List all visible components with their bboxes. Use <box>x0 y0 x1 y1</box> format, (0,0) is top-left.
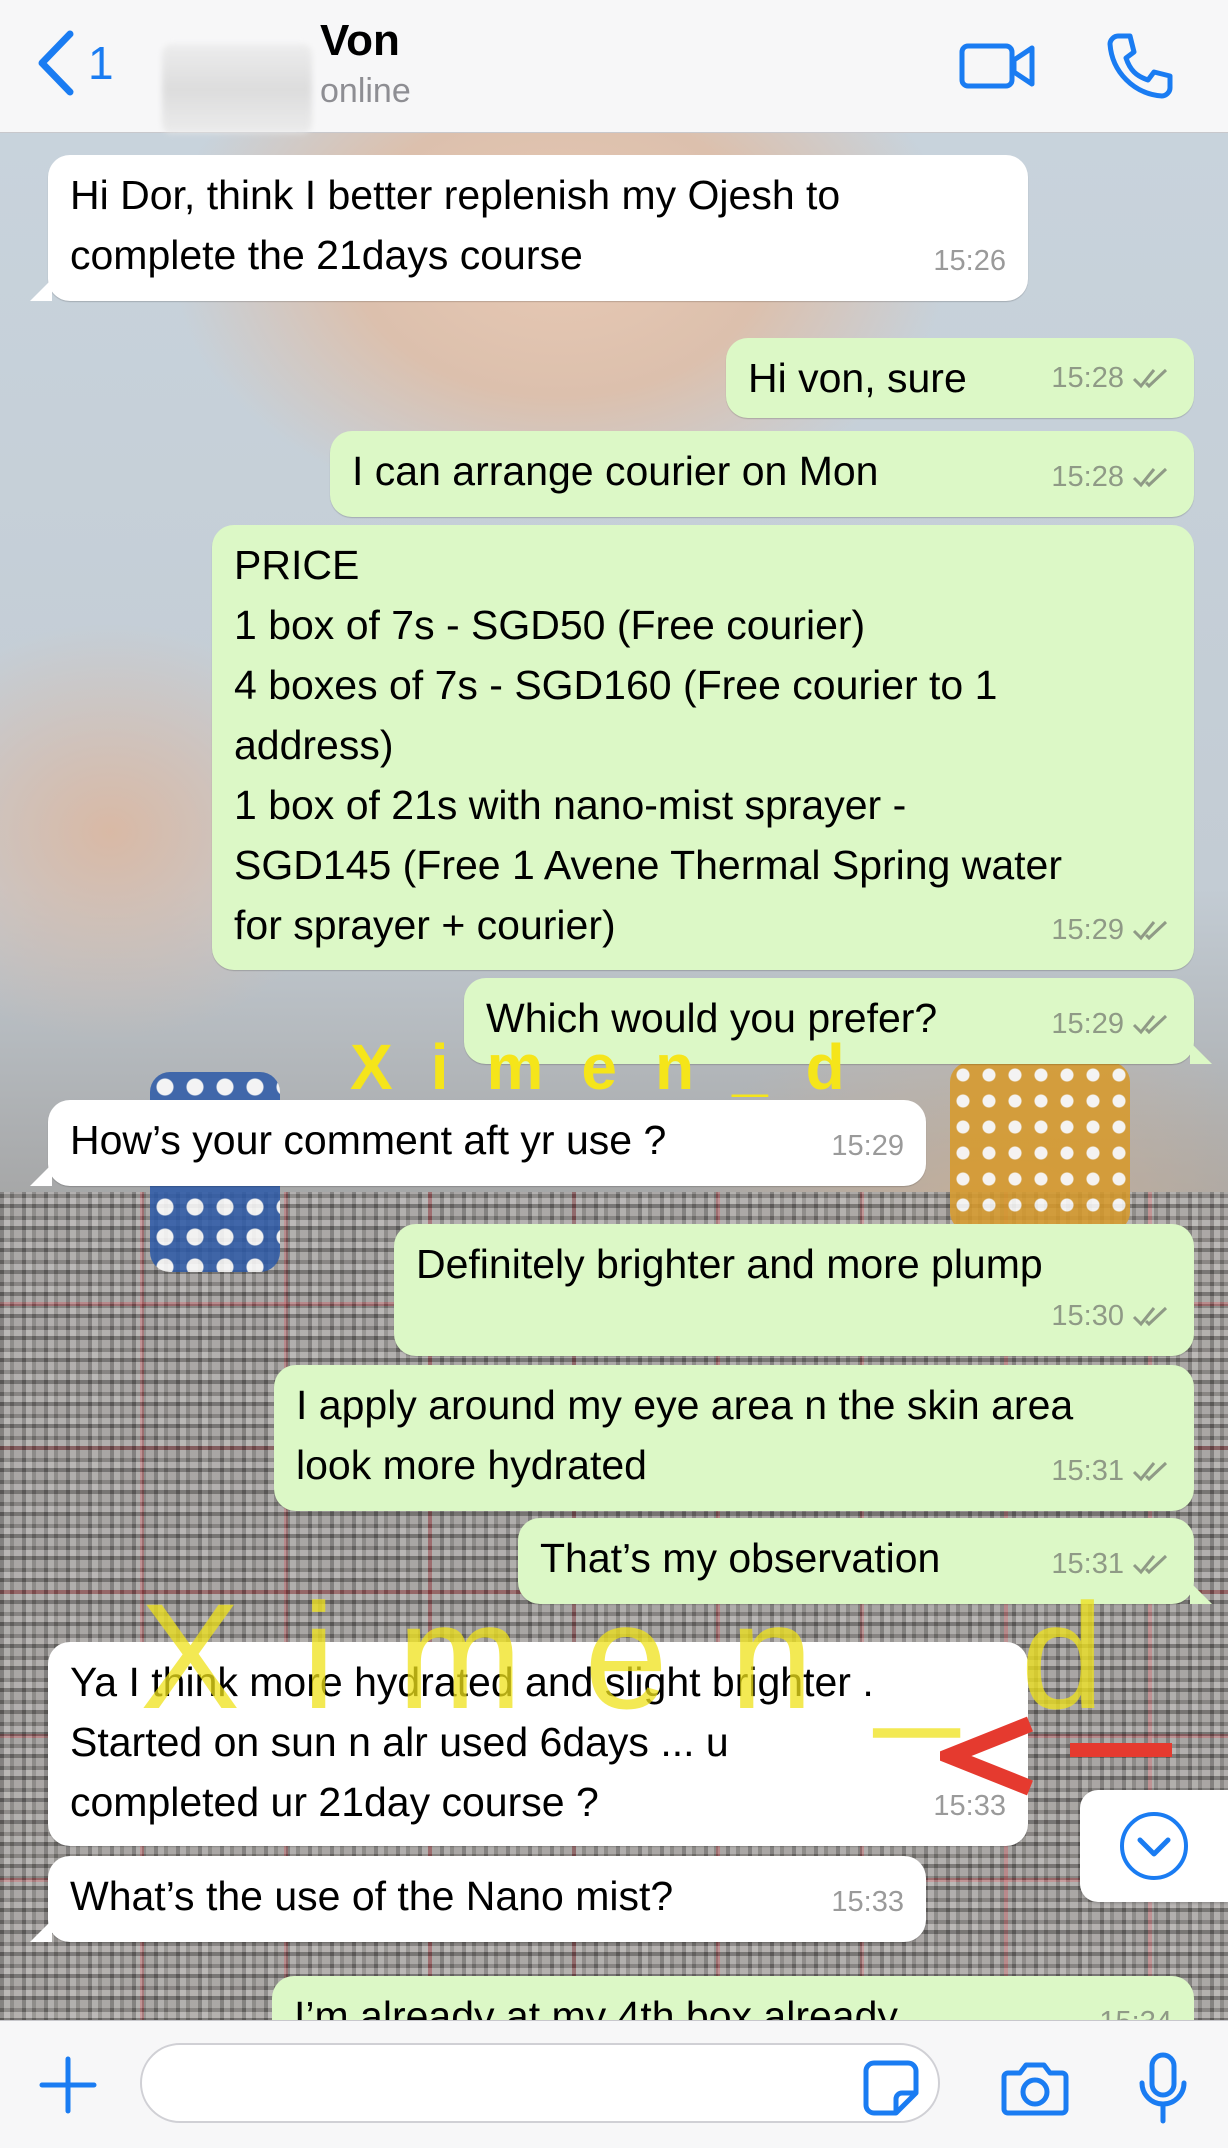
message-outgoing[interactable]: I apply around my eye area n the skin ar… <box>274 1365 1194 1511</box>
message-time: 15:30 <box>1051 1300 1124 1332</box>
chevron-left-icon <box>38 30 74 96</box>
chevron-down-icon <box>1120 1812 1188 1880</box>
message-time: 15:31 <box>1051 1455 1124 1487</box>
video-call-icon <box>959 43 1035 89</box>
message-meta: 15:29 <box>1051 900 1172 960</box>
read-receipt-icon <box>1132 1014 1168 1035</box>
message-meta: 15:29 <box>831 1116 904 1176</box>
message-meta: 15:28 <box>1051 447 1172 507</box>
message-time: 15:29 <box>1051 914 1124 946</box>
message-composer <box>0 2020 1228 2148</box>
message-outgoing[interactable]: Hi von, sure 15:28 <box>726 338 1194 418</box>
message-meta: 15:29 <box>1051 994 1172 1054</box>
chat-header: 1 Von online <box>0 0 1228 134</box>
message-outgoing[interactable]: Definitely brighter and more plump 15:30 <box>394 1224 1194 1356</box>
contact-status: online <box>320 72 411 110</box>
chat-screen: 1 Von online Hi Dor, think I better repl… <box>0 0 1228 2148</box>
message-text: I can arrange courier on Mon <box>352 448 879 494</box>
message-meta: 15:28 <box>1051 348 1172 408</box>
message-meta: 15:33 <box>831 1872 904 1932</box>
camera-button[interactable] <box>1000 2059 1070 2122</box>
red-arrow-mark <box>940 1716 1172 1796</box>
message-outgoing[interactable]: PRICE 1 box of 7s - SGD50 (Free courier)… <box>212 525 1194 970</box>
video-call-button[interactable] <box>958 30 1038 100</box>
message-outgoing[interactable]: I can arrange courier on Mon 15:28 <box>330 431 1194 517</box>
back-button[interactable]: 1 <box>34 28 114 98</box>
microphone-icon <box>1139 2052 1187 2124</box>
watermark: Ximen_d <box>350 1031 883 1103</box>
read-receipt-icon <box>1132 1461 1168 1482</box>
message-time: 15:33 <box>831 1886 904 1918</box>
sticker-icon <box>863 2060 919 2116</box>
message-incoming[interactable]: What’s the use of the Nano mist? 15:33 <box>30 1856 926 1942</box>
message-time: 15:28 <box>1051 461 1124 493</box>
sticker-button[interactable] <box>862 2059 920 2122</box>
message-text: How’s your comment aft yr use ? <box>70 1117 667 1163</box>
read-receipt-icon <box>1132 1306 1168 1327</box>
phone-icon <box>1107 33 1173 99</box>
attach-button[interactable] <box>38 2055 98 2120</box>
read-receipt-icon <box>1132 920 1168 941</box>
message-text: Hi Dor, think I better replenish my Ojes… <box>70 172 841 278</box>
message-text: I apply around my eye area n the skin ar… <box>296 1382 1074 1488</box>
message-time: 15:29 <box>1051 1008 1124 1040</box>
message-time: 15:26 <box>933 245 1006 277</box>
message-input[interactable] <box>140 2043 940 2123</box>
read-receipt-icon <box>1132 467 1168 488</box>
message-time: 15:28 <box>1051 362 1124 394</box>
message-meta: 15:30 <box>1051 1286 1172 1346</box>
voice-message-button[interactable] <box>1138 2051 1188 2130</box>
message-time: 15:29 <box>831 1130 904 1162</box>
message-text: PRICE 1 box of 7s - SGD50 (Free courier)… <box>234 542 1063 948</box>
message-text: Definitely brighter and more plump <box>416 1241 1043 1287</box>
avatar[interactable] <box>162 44 312 134</box>
contact-name[interactable]: Von <box>320 16 400 66</box>
message-incoming[interactable]: How’s your comment aft yr use ? 15:29 <box>30 1100 926 1186</box>
wallpaper-decoration <box>950 1062 1130 1232</box>
scroll-to-bottom-button[interactable] <box>1080 1790 1228 1902</box>
unread-count: 1 <box>88 37 114 89</box>
voice-call-button[interactable] <box>1104 30 1176 102</box>
plus-icon <box>39 2056 97 2114</box>
message-incoming[interactable]: Hi Dor, think I better replenish my Ojes… <box>30 155 1028 301</box>
camera-icon <box>1001 2062 1069 2116</box>
message-meta: 15:26 <box>933 231 1006 291</box>
read-receipt-icon <box>1132 368 1168 389</box>
message-text: What’s the use of the Nano mist? <box>70 1873 674 1919</box>
message-meta: 15:31 <box>1051 1441 1172 1501</box>
